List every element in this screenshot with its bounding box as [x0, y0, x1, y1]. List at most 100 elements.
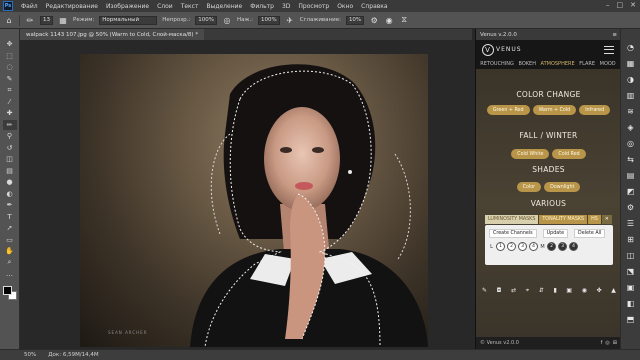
panel-titlebar[interactable]: Venus v.2.0.0 ≡	[476, 29, 620, 40]
pressure-field[interactable]: 100%	[258, 15, 280, 25]
lasso-icon[interactable]: ◌	[3, 62, 17, 73]
lights-2-button[interactable]: 2	[507, 242, 516, 251]
dock-panel-icon[interactable]: ⬒	[624, 313, 638, 326]
green-red-button[interactable]: Green + Red	[486, 105, 530, 115]
menu-filter[interactable]: Фильтр	[246, 3, 278, 10]
tab-flare[interactable]: FLARE	[579, 61, 595, 67]
tab-tonality-masks[interactable]: TONALITY MASKS	[539, 215, 588, 224]
path-select-icon[interactable]: ➚	[3, 223, 17, 234]
document-image[interactable]: SEAN ARCHER	[80, 54, 428, 347]
darks-3-button[interactable]: 3	[558, 242, 567, 251]
mountain-icon[interactable]: ▲	[611, 287, 616, 295]
maximize-icon[interactable]: □	[617, 1, 624, 9]
sparkle-icon[interactable]: ✤	[597, 287, 602, 295]
eraser-icon[interactable]: ◫	[3, 154, 17, 165]
panel-menu-icon[interactable]: ≡	[612, 32, 617, 38]
airbrush-icon[interactable]: ✈	[285, 15, 295, 25]
document-tab[interactable]: walpack 1143 107.jpg @ 50% (Warm to Cold…	[20, 29, 205, 40]
instagram-icon[interactable]: ◎	[605, 340, 609, 346]
dock-panel-icon[interactable]: ⊞	[624, 233, 638, 246]
darks-2-button[interactable]: 2	[547, 242, 556, 251]
downlight-button[interactable]: Downlight	[544, 182, 581, 192]
menu-edit[interactable]: Редактирование	[42, 3, 102, 10]
cold-red-button[interactable]: Cold Red	[552, 149, 586, 159]
menu-type[interactable]: Текст	[177, 3, 203, 10]
color-button[interactable]: Color	[516, 182, 542, 192]
gradient-icon[interactable]: ▤	[3, 166, 17, 177]
opacity-field[interactable]: 100%	[195, 15, 217, 25]
marquee-icon[interactable]: ⬚	[3, 51, 17, 62]
tab-bokeh[interactable]: BOKEH	[518, 61, 535, 67]
target-icon[interactable]: ⌖	[526, 287, 529, 295]
move-icon[interactable]: ✥	[3, 39, 17, 50]
symmetry-icon[interactable]: ⧖	[399, 15, 409, 25]
dock-panel-icon[interactable]: ◈	[624, 121, 638, 134]
darks-4-button[interactable]: 4	[569, 242, 578, 251]
frame-icon[interactable]: ▣	[566, 287, 572, 295]
zoom-icon[interactable]: ⌕	[3, 258, 17, 269]
menu-help[interactable]: Справка	[357, 3, 391, 10]
brush-tool-icon[interactable]: ✎	[482, 287, 487, 295]
delete-all-button[interactable]: Delete All	[574, 229, 606, 238]
brush-panel-icon[interactable]: ▦	[58, 15, 68, 25]
create-channels-button[interactable]: Create Channels	[489, 229, 537, 238]
tab-retouching[interactable]: RETOUCHING	[480, 61, 514, 67]
tab-mood[interactable]: MOOD	[600, 61, 616, 67]
dock-panel-icon[interactable]: ▣	[624, 281, 638, 294]
dock-panel-icon[interactable]: ◎	[624, 137, 638, 150]
infrared-button[interactable]: Infrared	[579, 105, 611, 115]
quick-select-icon[interactable]: ✎	[3, 74, 17, 85]
pressure-opacity-icon[interactable]: ◎	[222, 15, 232, 25]
stamp-icon[interactable]: ⚲	[3, 131, 17, 142]
brush-icon[interactable]: ✏	[2, 119, 17, 130]
zoom-level[interactable]: 50%	[24, 352, 36, 358]
color-swatches[interactable]	[2, 285, 18, 303]
dock-panel-icon[interactable]: ☰	[624, 217, 638, 230]
canvas-area[interactable]: SEAN ARCHER	[20, 40, 472, 349]
dock-panel-icon[interactable]: ≋	[624, 105, 638, 118]
foreground-color[interactable]	[2, 285, 12, 295]
healing-icon[interactable]: ✚	[3, 108, 17, 119]
swap-icon[interactable]: ⇄	[511, 287, 516, 295]
dock-panel-icon[interactable]: ⬔	[624, 265, 638, 278]
history-brush-icon[interactable]: ↺	[3, 143, 17, 154]
tab-atmosphere[interactable]: ATMOSPHERE	[541, 61, 575, 67]
blur-icon[interactable]: ●	[3, 177, 17, 188]
dock-panel-icon[interactable]: ⇆	[624, 153, 638, 166]
close-icon[interactable]: ✕	[630, 1, 636, 9]
menu-file[interactable]: Файл	[17, 3, 42, 10]
dock-panel-icon[interactable]: ⚙	[624, 201, 638, 214]
dock-panel-icon[interactable]: ▦	[624, 57, 638, 70]
crop-icon[interactable]: ⌗	[3, 85, 17, 96]
brush-preset-icon[interactable]: ✏	[25, 15, 35, 25]
lights-3-button[interactable]: 3	[518, 242, 527, 251]
lights-4-button[interactable]: 4	[529, 242, 538, 251]
shape-icon[interactable]: ▭	[3, 235, 17, 246]
lights-1-button[interactable]: 1	[496, 242, 505, 251]
menu-image[interactable]: Изображение	[102, 3, 153, 10]
brush-size-field[interactable]: 13	[40, 15, 53, 25]
type-icon[interactable]: T	[3, 212, 17, 223]
gear-icon[interactable]: ⚙	[369, 15, 379, 25]
menu-window[interactable]: Окно	[333, 3, 357, 10]
dock-panel-icon[interactable]: ▤	[624, 169, 638, 182]
dock-panel-icon[interactable]: ▥	[624, 89, 638, 102]
menu-layers[interactable]: Слои	[153, 3, 177, 10]
close-masks-icon[interactable]: ✕	[601, 215, 612, 224]
pen-icon[interactable]: ✒	[3, 200, 17, 211]
circle-icon[interactable]: ◉	[582, 287, 587, 295]
dock-panel-icon[interactable]: ◫	[624, 249, 638, 262]
smoothing-field[interactable]: 10%	[345, 15, 365, 25]
eyedropper-icon[interactable]: ⁄	[3, 97, 17, 108]
dodge-icon[interactable]: ◐	[3, 189, 17, 200]
hand-icon[interactable]: ✋	[3, 246, 17, 257]
update-button[interactable]: Update	[542, 229, 569, 238]
fill-icon[interactable]: ▮	[553, 287, 556, 295]
dock-panel-icon[interactable]: ◑	[624, 73, 638, 86]
hamburger-menu-icon[interactable]	[604, 45, 614, 54]
pressure-size-icon[interactable]: ◉	[384, 15, 394, 25]
menu-view[interactable]: Просмотр	[294, 3, 333, 10]
facebook-icon[interactable]: f	[601, 340, 603, 346]
warm-cold-button[interactable]: Warm + Cold	[532, 105, 577, 115]
cold-white-button[interactable]: Cold White	[511, 149, 550, 159]
